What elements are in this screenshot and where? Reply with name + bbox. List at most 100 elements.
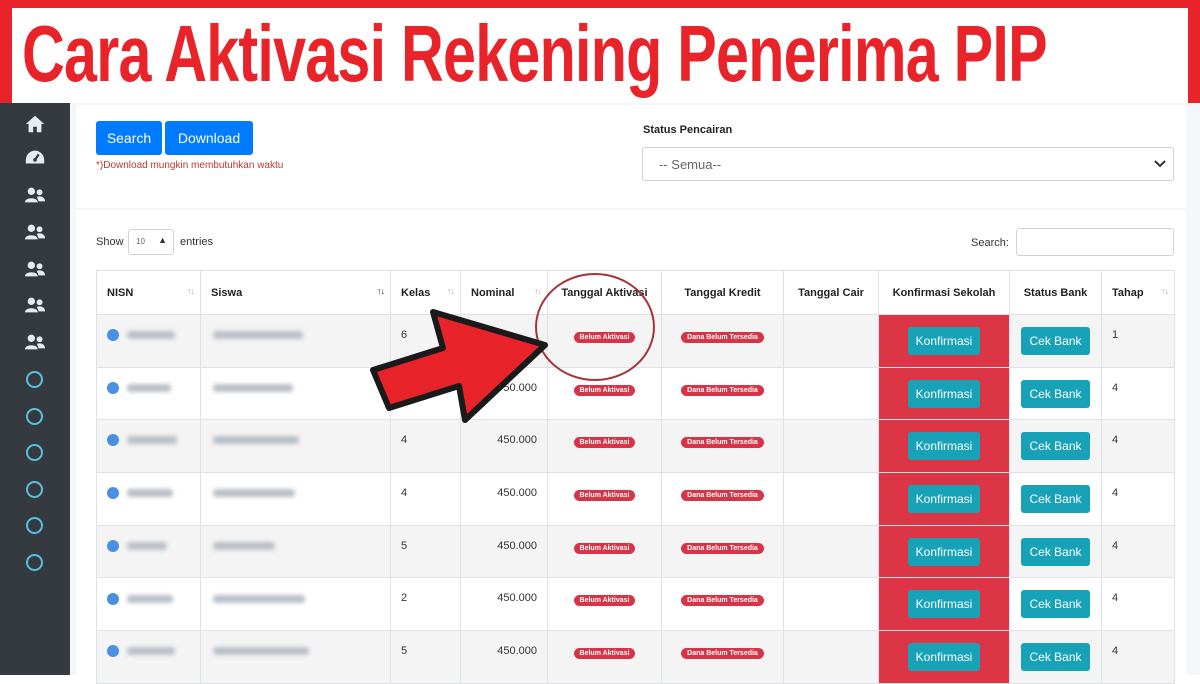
- cell-tahap: 4: [1101, 524, 1175, 579]
- cell-tanggal-kredit: Dana Belum Tersedia: [661, 630, 784, 684]
- table-search-label: Search:: [971, 237, 1009, 249]
- dashboard-icon[interactable]: [24, 147, 46, 169]
- cek-bank-button[interactable]: Cek Bank: [1021, 590, 1090, 619]
- cell-tanggal-kredit: Dana Belum Tersedia: [661, 472, 784, 526]
- cell-status-bank: Cek Bank: [1009, 314, 1102, 368]
- show-label: Show: [96, 236, 124, 248]
- column-header-status-bank[interactable]: Status Bank: [1009, 270, 1102, 315]
- sidebar: [0, 103, 70, 675]
- users-icon[interactable]: [24, 294, 46, 316]
- circle-icon[interactable]: [26, 554, 43, 571]
- table-row: 5 450.000 Belum Aktivasi Dana Belum Tersedi…: [96, 524, 1175, 579]
- status-badge: Dana Belum Tersedia: [681, 648, 764, 660]
- status-badge: Belum Aktivasi: [573, 437, 636, 449]
- cek-bank-button[interactable]: Cek Bank: [1021, 537, 1090, 566]
- circle-icon[interactable]: [26, 444, 43, 461]
- users-icon[interactable]: [24, 184, 46, 206]
- column-header-siswa[interactable]: Siswa ↑↓: [200, 270, 391, 315]
- cell-konfirmasi-sekolah: Konfirmasi: [878, 366, 1010, 421]
- circle-icon[interactable]: [26, 481, 43, 498]
- chevron-down-icon: [1154, 160, 1166, 168]
- circle-icon[interactable]: [26, 408, 43, 425]
- expand-row-icon[interactable]: [107, 487, 119, 500]
- entries-select[interactable]: 10 ▲: [128, 229, 174, 255]
- expand-row-icon[interactable]: [107, 381, 119, 394]
- cell-status-bank: Cek Bank: [1009, 630, 1102, 684]
- konfirmasi-button[interactable]: Konfirmasi: [907, 485, 981, 514]
- konfirmasi-button[interactable]: Konfirmasi: [907, 432, 981, 461]
- status-pencairan-select[interactable]: -- Semua--: [642, 147, 1174, 181]
- cek-bank-button[interactable]: Cek Bank: [1021, 432, 1090, 461]
- blurred-name: [213, 331, 303, 340]
- cell-tanggal-cair: [783, 419, 879, 474]
- cell-konfirmasi-sekolah: Konfirmasi: [878, 577, 1010, 632]
- cell-konfirmasi-sekolah: Konfirmasi: [878, 314, 1010, 368]
- konfirmasi-button[interactable]: Konfirmasi: [907, 643, 981, 672]
- expand-row-icon[interactable]: [107, 434, 119, 447]
- konfirmasi-button[interactable]: Konfirmasi: [907, 379, 981, 408]
- sort-icon: ↑↓: [1161, 286, 1169, 296]
- status-select-value: -- Semua--: [659, 157, 722, 172]
- expand-row-icon[interactable]: [107, 329, 119, 342]
- cell-siswa: [200, 472, 391, 526]
- home-icon[interactable]: [24, 113, 46, 135]
- cell-nisn: [96, 366, 201, 421]
- status-pencairan-label: Status Pencairan: [643, 124, 733, 136]
- cell-status-bank: Cek Bank: [1009, 524, 1102, 579]
- cell-tahap: 4: [1101, 366, 1175, 421]
- cell-konfirmasi-sekolah: Konfirmasi: [878, 472, 1010, 526]
- expand-row-icon[interactable]: [107, 645, 119, 658]
- download-button[interactable]: Download: [165, 121, 253, 155]
- expand-row-icon[interactable]: [107, 539, 119, 552]
- arrow-annotation: [370, 309, 548, 423]
- users-icon[interactable]: [24, 258, 46, 280]
- cell-tanggal-cair: [783, 472, 879, 526]
- cek-bank-button[interactable]: Cek Bank: [1021, 327, 1090, 355]
- title-banner: Cara Aktivasi Rekening Penerima PIP: [0, 0, 1200, 103]
- cek-bank-button[interactable]: Cek Bank: [1021, 485, 1090, 514]
- column-header-nisn[interactable]: NISN ↑↓: [96, 270, 201, 315]
- cell-tahap: 1: [1101, 314, 1175, 368]
- column-header-tanggal-kredit[interactable]: Tanggal Kredit: [661, 270, 784, 315]
- circle-icon[interactable]: [26, 371, 43, 388]
- cell-tanggal-cair: [783, 630, 879, 684]
- users-icon[interactable]: [24, 221, 46, 243]
- blurred-nisn: [127, 383, 171, 392]
- search-button[interactable]: Search: [96, 121, 162, 155]
- table-row: 4 450.000 Belum Aktivasi Dana Belum Tersedi…: [96, 472, 1175, 526]
- blurred-name: [213, 436, 299, 445]
- status-badge: Dana Belum Tersedia: [681, 542, 764, 554]
- status-badge: Dana Belum Tersedia: [681, 332, 764, 343]
- column-header-tanggal-cair[interactable]: Tanggal Cair: [783, 270, 879, 315]
- circle-icon[interactable]: [26, 517, 43, 534]
- column-header-konfirmasi-sekolah[interactable]: Konfirmasi Sekolah: [878, 270, 1010, 315]
- table-search-input[interactable]: [1016, 228, 1174, 256]
- blurred-name: [213, 541, 275, 550]
- konfirmasi-button[interactable]: Konfirmasi: [907, 537, 981, 566]
- cell-tanggal-kredit: Dana Belum Tersedia: [661, 577, 784, 632]
- expand-row-icon[interactable]: [107, 592, 119, 605]
- konfirmasi-button[interactable]: Konfirmasi: [907, 327, 981, 355]
- cell-nominal: 450.000: [460, 472, 548, 526]
- konfirmasi-button[interactable]: Konfirmasi: [907, 590, 981, 619]
- cell-tanggal-kredit: Dana Belum Tersedia: [661, 314, 784, 368]
- cell-tahap: 4: [1101, 419, 1175, 474]
- table-row: 50.000 Belum Aktivasi Dana Belum Tersedia K…: [96, 366, 1175, 421]
- cell-tanggal-kredit: Dana Belum Tersedia: [661, 524, 784, 579]
- cell-status-bank: Cek Bank: [1009, 577, 1102, 632]
- blurred-name: [213, 647, 309, 656]
- cell-siswa: [200, 314, 391, 368]
- cell-tahap: 4: [1101, 577, 1175, 632]
- cek-bank-button[interactable]: Cek Bank: [1021, 643, 1090, 672]
- cell-kelas: 5: [390, 524, 461, 579]
- column-header-tahap[interactable]: Tahap ↑↓: [1101, 270, 1175, 315]
- cek-bank-button[interactable]: Cek Bank: [1021, 379, 1090, 408]
- cell-tanggal-aktivasi: Belum Aktivasi: [547, 577, 662, 632]
- sort-icon: ↑↓: [187, 286, 195, 296]
- blurred-nisn: [127, 594, 173, 603]
- users-icon[interactable]: [24, 331, 46, 353]
- cell-tanggal-kredit: Dana Belum Tersedia: [661, 366, 784, 421]
- cell-tanggal-aktivasi: Belum Aktivasi: [547, 472, 662, 526]
- status-badge: Dana Belum Tersedia: [681, 437, 764, 449]
- cell-tahap: 4: [1101, 630, 1175, 684]
